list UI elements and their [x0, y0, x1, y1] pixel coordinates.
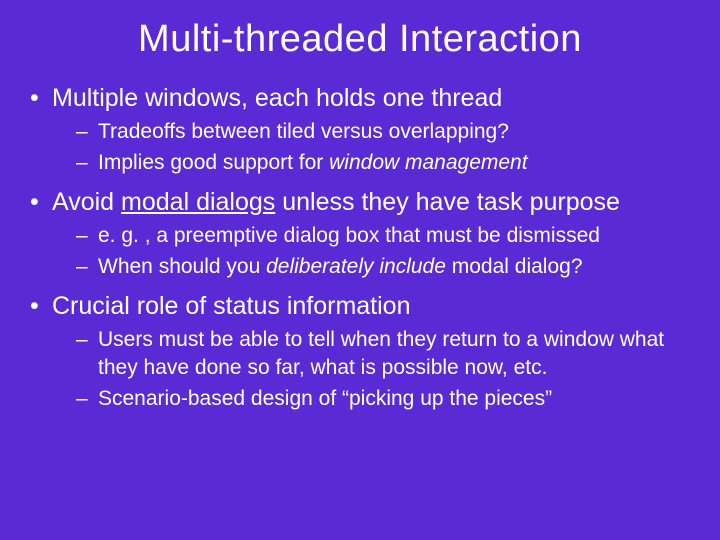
bullet-2-sub-2a: When should you — [98, 255, 266, 278]
slide-title: Multi-threaded Interaction — [28, 18, 692, 61]
bullet-2-text-c: unless they have task purpose — [275, 188, 620, 216]
bullet-3-sub-2: Scenario-based design of “picking up the… — [52, 385, 692, 413]
bullet-2-sub-2: When should you deliberately include mod… — [52, 253, 692, 281]
bullet-2-text-b: modal dialogs — [121, 188, 275, 216]
bullet-3-text: Crucial role of status information — [52, 292, 410, 320]
bullet-3: Crucial role of status information Users… — [28, 291, 692, 413]
bullet-1-sub-2: Implies good support for window manageme… — [52, 149, 692, 177]
bullet-2-sublist: e. g. , a preemptive dialog box that mus… — [52, 222, 692, 281]
bullet-1-sub-2a: Implies good support for — [98, 151, 329, 174]
bullet-list: Multiple windows, each holds one thread … — [28, 83, 692, 413]
bullet-1: Multiple windows, each holds one thread … — [28, 83, 692, 177]
bullet-2: Avoid modal dialogs unless they have tas… — [28, 187, 692, 281]
bullet-1-sublist: Tradeoffs between tiled versus overlappi… — [52, 118, 692, 177]
bullet-2-sub-2b: deliberately include — [266, 255, 446, 278]
bullet-1-sub-2b: window management — [329, 151, 527, 174]
slide: Multi-threaded Interaction Multiple wind… — [0, 0, 720, 540]
bullet-2-text-a: Avoid — [52, 188, 121, 216]
bullet-1-sub-1: Tradeoffs between tiled versus overlappi… — [52, 118, 692, 146]
bullet-3-sub-1: Users must be able to tell when they ret… — [52, 326, 692, 383]
bullet-2-sub-1: e. g. , a preemptive dialog box that mus… — [52, 222, 692, 250]
bullet-3-sublist: Users must be able to tell when they ret… — [52, 326, 692, 413]
bullet-2-sub-2c: modal dialog? — [446, 255, 583, 278]
bullet-1-text: Multiple windows, each holds one thread — [52, 84, 502, 112]
